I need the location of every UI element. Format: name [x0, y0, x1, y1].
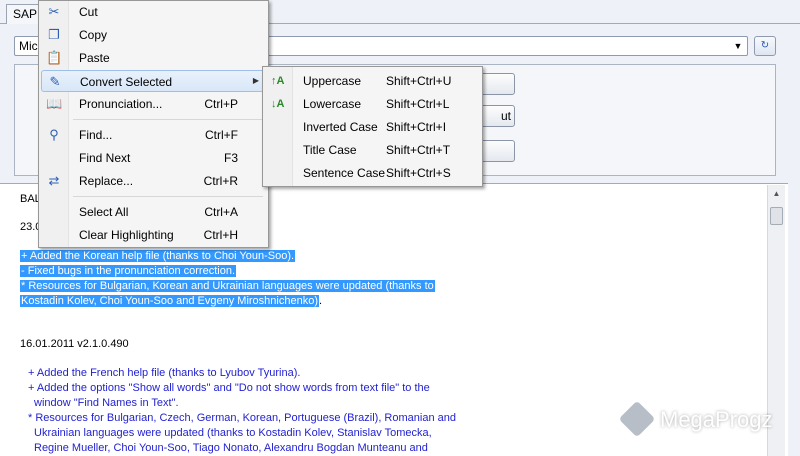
- submenu-item-shortcut: Shift+Ctrl+L: [386, 97, 450, 111]
- find-icon: ⚲: [49, 127, 59, 142]
- submenu-item-shortcut: Shift+Ctrl+I: [386, 120, 447, 134]
- copy-icon: ❐: [48, 27, 60, 42]
- menu-item-label: Cut: [79, 5, 98, 19]
- submenu-item-uppercase[interactable]: ↑A Uppercase Shift+Ctrl+U: [265, 70, 480, 92]
- menu-item-convert-selected[interactable]: ✎ Convert Selected ▶: [41, 70, 266, 92]
- menu-item-label: Select All: [79, 205, 129, 219]
- selected-text-line: Kostadin Kolev, Choi Youn-Soo and Evgeny…: [20, 295, 322, 307]
- submenu-item-shortcut: Shift+Ctrl+T: [386, 143, 451, 157]
- submenu-item-inverted-case[interactable]: Inverted Case Shift+Ctrl+I: [265, 116, 480, 138]
- submenu-item-label: Title Case: [303, 143, 357, 157]
- menu-item-select-all[interactable]: Select All Ctrl+A: [41, 201, 266, 223]
- paste-icon: 📋: [46, 50, 63, 65]
- changelog-line: + Added the French help file (thanks to …: [28, 367, 301, 379]
- submenu-item-label: Uppercase: [303, 74, 362, 88]
- version-line: 16.01.2011 v2.1.0.490: [20, 338, 129, 350]
- watermark-logo-icon: [618, 400, 656, 438]
- changelog-line: Regine Mueller, Choi Youn-Soo, Tiago Non…: [34, 442, 428, 454]
- changelog-line: window "Find Names in Text".: [34, 397, 179, 409]
- voice-select-value: Mic: [19, 39, 38, 53]
- refresh-voices-button[interactable]: ↻: [754, 36, 776, 56]
- menu-item-shortcut: Ctrl+H: [203, 228, 238, 242]
- replace-icon: ⇄: [48, 173, 60, 188]
- convert-submenu: ↑A Uppercase Shift+Ctrl+U ↓A Lowercase S…: [262, 66, 483, 187]
- submenu-item-label: Sentence Case: [303, 166, 386, 180]
- selected-text-segment: Kostadin Kolev, Choi Youn-Soo and Evgeny…: [20, 295, 319, 307]
- selected-text-line: * Resources for Bulgarian, Korean and Uk…: [20, 280, 435, 292]
- menu-item-find[interactable]: ⚲ Find... Ctrl+F: [41, 124, 266, 146]
- text-segment: .: [318, 295, 323, 307]
- menu-item-shortcut: Ctrl+P: [204, 97, 238, 111]
- menu-item-shortcut: F3: [223, 151, 238, 165]
- pronunciation-icon: 📖: [46, 96, 63, 111]
- menu-item-label: Copy: [79, 28, 108, 42]
- menu-item-replace[interactable]: ⇄ Replace... Ctrl+R: [41, 170, 266, 192]
- menu-item-copy[interactable]: ❐ Copy: [41, 24, 266, 46]
- menu-item-paste[interactable]: 📋 Paste: [41, 47, 266, 69]
- watermark: MegaProgz: [618, 400, 780, 438]
- chevron-down-icon[interactable]: ▼: [731, 39, 745, 53]
- changelog-line: * Resources for Bulgarian, Czech, German…: [28, 412, 456, 424]
- submenu-arrow-icon: ▶: [252, 76, 259, 85]
- menu-separator: [73, 119, 263, 120]
- selected-text-line: - Fixed bugs in the pronunciation correc…: [20, 265, 237, 277]
- cut-icon: ✂: [48, 4, 60, 19]
- menu-item-label: Clear Highlighting: [79, 228, 174, 242]
- menu-item-clear-highlighting[interactable]: Clear Highlighting Ctrl+H: [41, 224, 266, 246]
- submenu-item-shortcut: Shift+Ctrl+U: [386, 74, 452, 88]
- changelog-line: + Added the options "Show all words" and…: [28, 382, 430, 394]
- submenu-item-shortcut: Shift+Ctrl+S: [386, 166, 451, 180]
- submenu-item-sentence-case[interactable]: Sentence Case Shift+Ctrl+S: [265, 162, 480, 184]
- watermark-text: MegaProgz: [660, 407, 773, 432]
- menu-item-cut[interactable]: ✂ Cut: [41, 1, 266, 23]
- refresh-icon: ↻: [760, 40, 770, 51]
- selected-text-line: + Added the Korean help file (thanks to …: [20, 250, 296, 262]
- menu-item-pronunciation[interactable]: 📖 Pronunciation... Ctrl+P: [41, 93, 266, 115]
- menu-item-label: Convert Selected: [80, 75, 173, 89]
- menu-item-label: Paste: [79, 51, 110, 65]
- submenu-item-title-case[interactable]: Title Case Shift+Ctrl+T: [265, 139, 480, 161]
- changelog-line: Ukrainian languages were updated (thanks…: [34, 427, 432, 439]
- menu-item-shortcut: Ctrl+F: [205, 128, 238, 142]
- menu-item-label: Pronunciation...: [79, 97, 163, 111]
- menu-item-shortcut: Ctrl+R: [203, 174, 238, 188]
- menu-item-label: Replace...: [79, 174, 134, 188]
- menu-separator: [73, 196, 263, 197]
- uppercase-icon: ↑A: [271, 75, 285, 87]
- menu-item-label: Find...: [79, 128, 113, 142]
- menu-item-shortcut: Ctrl+A: [204, 205, 238, 219]
- menu-item-find-next[interactable]: Find Next F3: [41, 147, 266, 169]
- submenu-item-label: Inverted Case: [303, 120, 378, 134]
- scroll-thumb[interactable]: [770, 207, 783, 225]
- submenu-item-lowercase[interactable]: ↓A Lowercase Shift+Ctrl+L: [265, 93, 480, 115]
- menu-item-label: Find Next: [79, 151, 131, 165]
- lowercase-icon: ↓A: [271, 98, 285, 110]
- scroll-up-icon[interactable]: ▲: [768, 185, 785, 202]
- context-menu: ✂ Cut ❐ Copy 📋 Paste ✎ Convert Selected …: [38, 0, 269, 248]
- submenu-item-label: Lowercase: [303, 97, 362, 111]
- convert-icon: ✎: [49, 74, 61, 89]
